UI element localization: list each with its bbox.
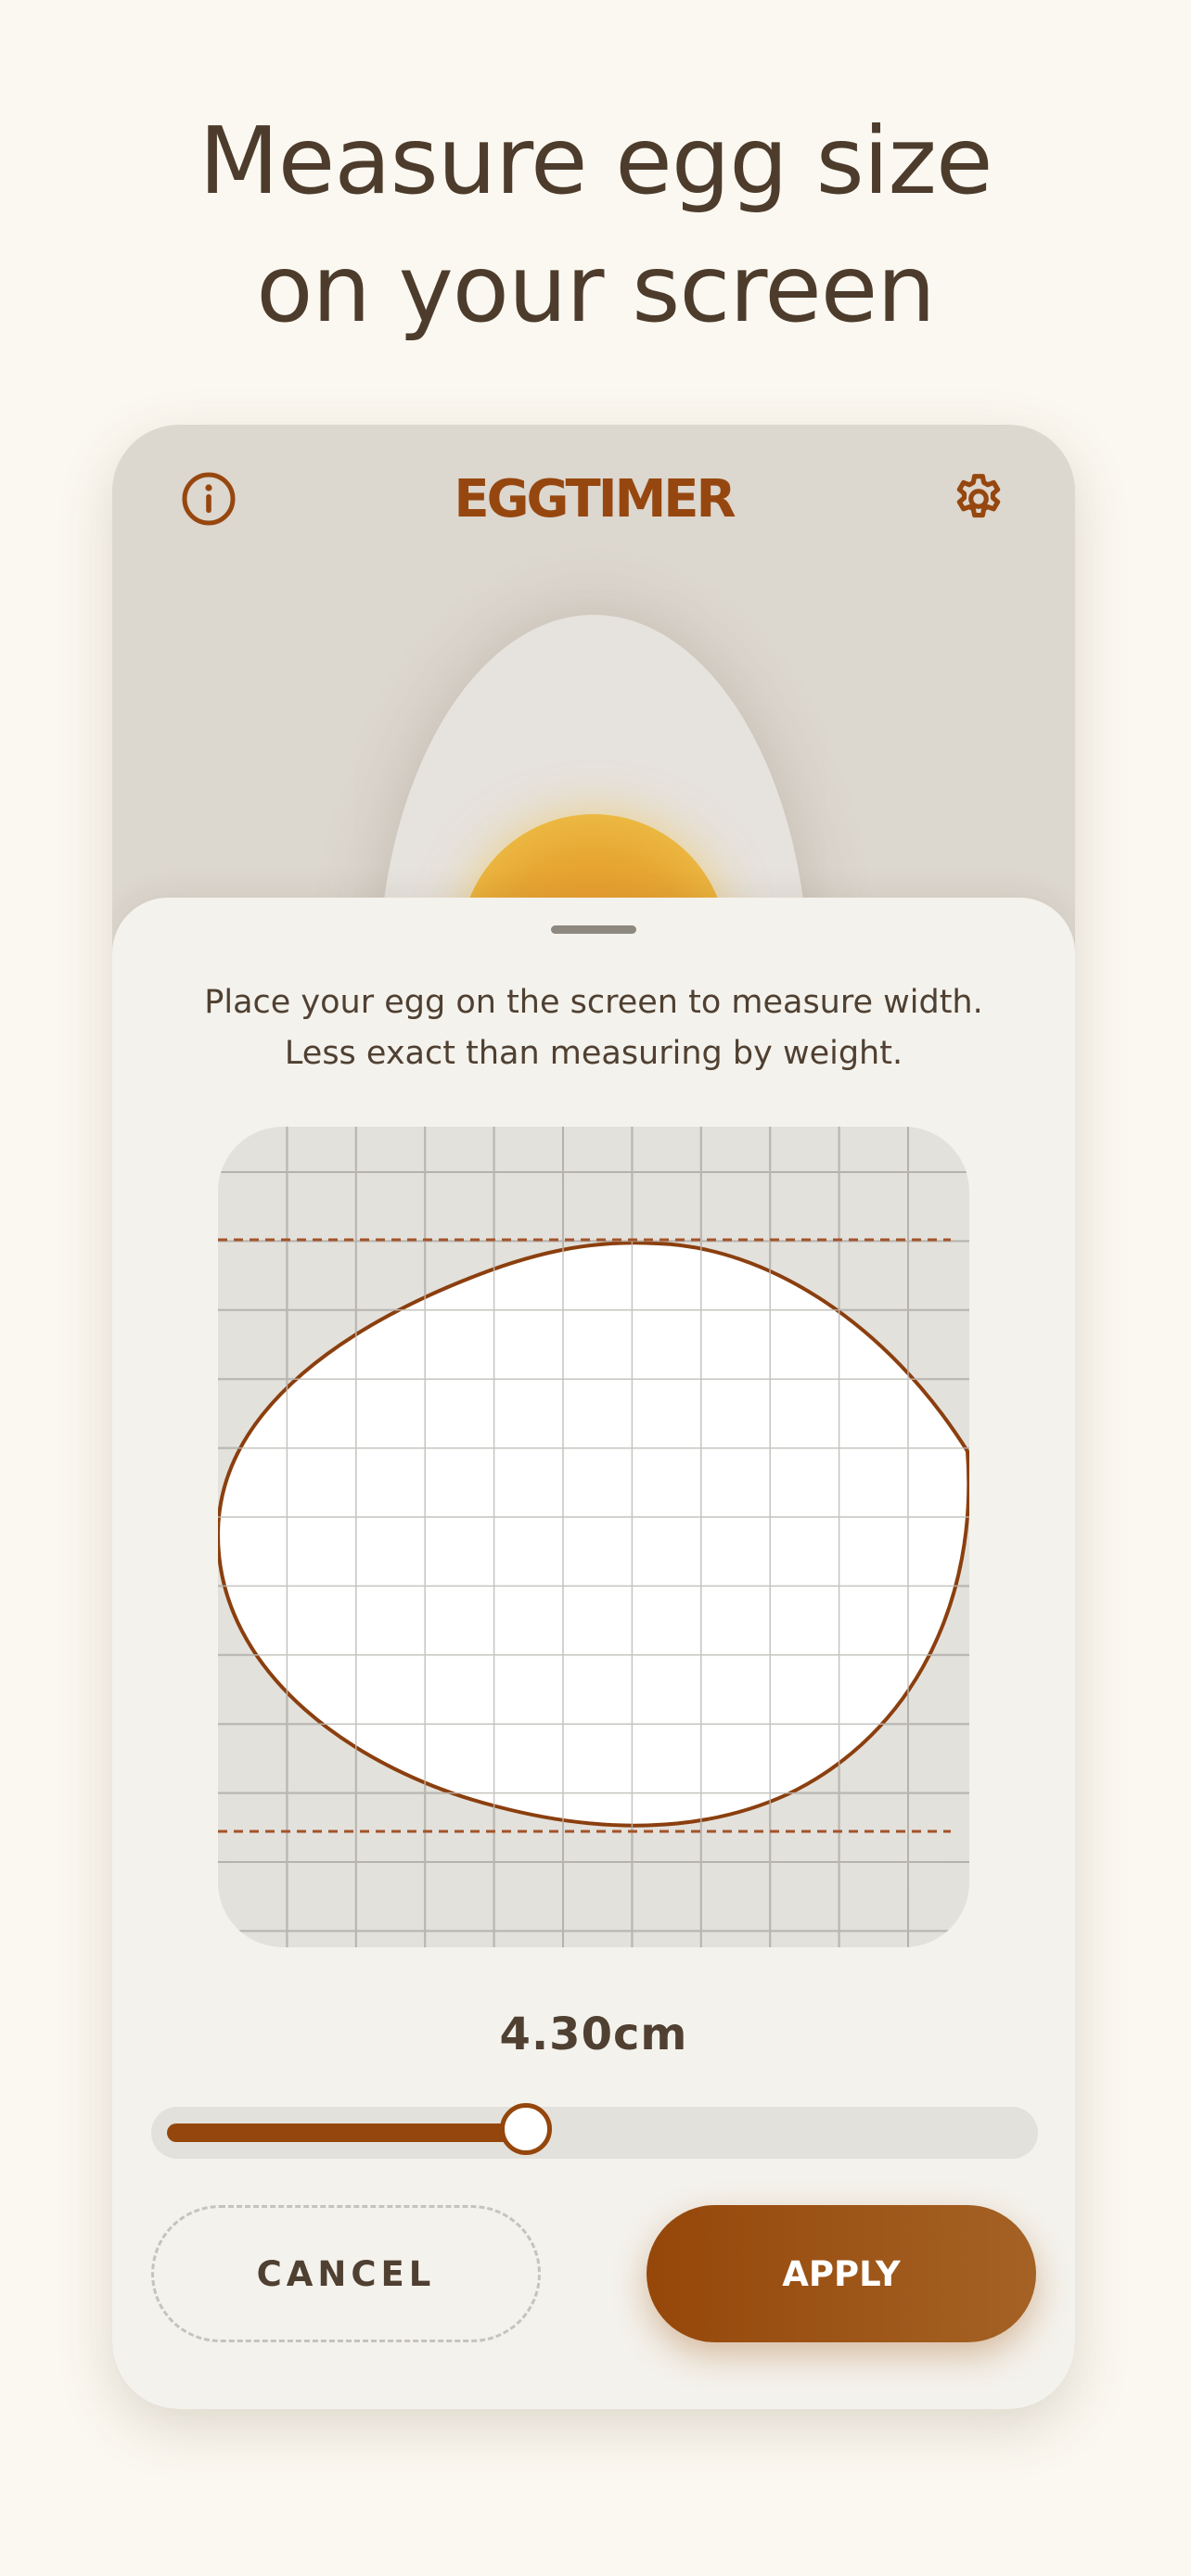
instruction-line-1: Place your egg on the screen to measure … bbox=[204, 984, 983, 1021]
app-header: EGGTIMER bbox=[112, 425, 1075, 564]
measure-grid-graphic bbox=[218, 1127, 969, 1947]
egg-outline bbox=[218, 1241, 969, 1828]
headline-line-2: on your screen bbox=[256, 235, 935, 343]
slider-fill bbox=[167, 2123, 527, 2142]
app-title: EGGTIMER bbox=[454, 469, 736, 529]
gear-icon bbox=[956, 474, 1001, 518]
settings-button[interactable] bbox=[947, 467, 1010, 530]
headline-line-1: Measure egg size bbox=[198, 107, 993, 215]
cancel-button[interactable]: CANCEL bbox=[151, 2205, 541, 2342]
measure-sheet: Place your egg on the screen to measure … bbox=[112, 898, 1075, 2409]
phone-mockup: EGGTIMER Place your egg on the screen to… bbox=[112, 425, 1075, 2409]
measurement-value: 4.30cm bbox=[499, 2009, 688, 2060]
sheet-drag-handle[interactable] bbox=[551, 925, 636, 934]
size-slider[interactable] bbox=[151, 2103, 1038, 2159]
instruction-line-2: Less exact than measuring by weight. bbox=[284, 1035, 903, 1072]
headline: Measure egg size on your screen bbox=[0, 97, 1191, 353]
slider-thumb[interactable] bbox=[500, 2103, 553, 2155]
instructions: Place your egg on the screen to measure … bbox=[112, 977, 1075, 1079]
apply-button[interactable]: APPLY bbox=[647, 2205, 1036, 2342]
measure-grid[interactable] bbox=[218, 1127, 969, 1947]
